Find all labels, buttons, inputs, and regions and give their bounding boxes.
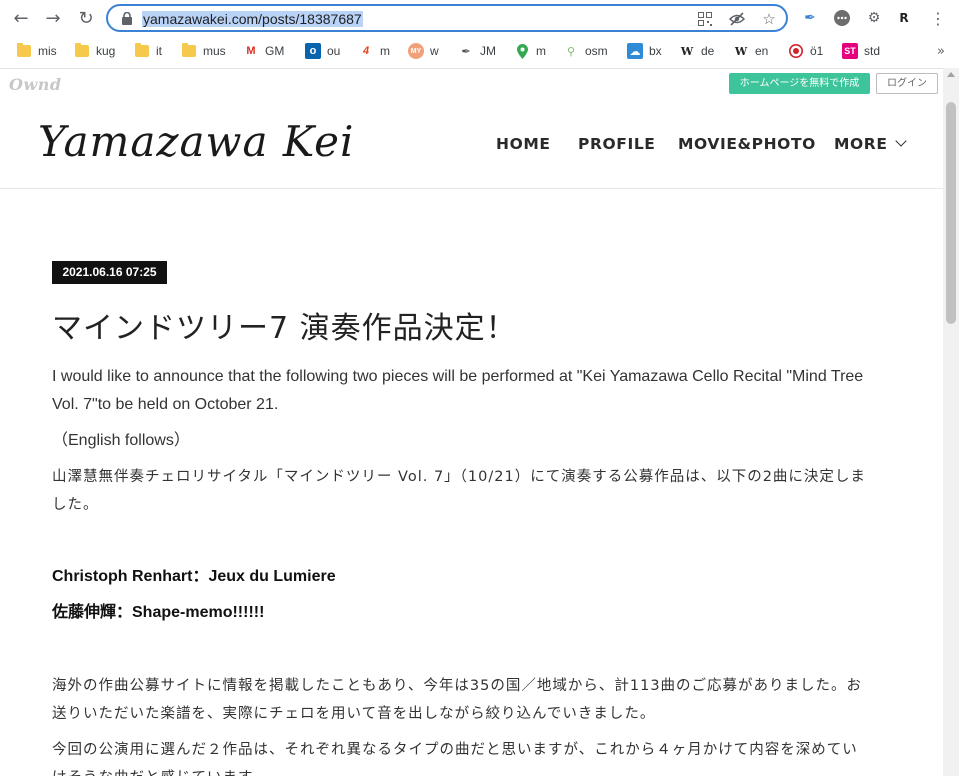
wikipedia-icon: W bbox=[734, 44, 748, 58]
intro-line-1: I would like to announce that the follow… bbox=[52, 368, 864, 385]
qr-code-icon[interactable] bbox=[696, 10, 714, 28]
gmail-icon: M bbox=[246, 45, 256, 57]
chevron-down-icon bbox=[894, 135, 907, 147]
create-homepage-button[interactable]: ホームページを無料で作成 bbox=[729, 73, 870, 94]
url-text[interactable]: yamazawakei.com/posts/18387687 bbox=[142, 11, 363, 27]
jp-paragraph-1-line-2: した。 bbox=[52, 497, 99, 513]
bookmarks-overflow-icon[interactable]: » bbox=[937, 44, 945, 59]
bookmark-mis[interactable]: mis bbox=[16, 42, 57, 60]
eye-off-icon[interactable] bbox=[728, 10, 746, 28]
jp-paragraph-1-line-1: 山澤慧無伴奏チェロリサイタル「マインドツリー Vol. 7」（10/21）にて演… bbox=[52, 469, 866, 485]
cloud-icon: ☁ bbox=[627, 43, 643, 59]
folder-icon bbox=[16, 43, 32, 59]
web-page: Ownd ホームページを無料で作成 ログイン Yamazawa Kei HOME… bbox=[0, 68, 943, 776]
forward-icon[interactable]: → bbox=[41, 6, 65, 30]
browser-toolbar: ← → ↻ yamazawakei.com/posts/18387687 ☆ ✒… bbox=[0, 0, 959, 36]
more-circle-icon[interactable] bbox=[832, 8, 852, 28]
outlook-icon: o bbox=[305, 43, 321, 59]
ownd-bar: Ownd ホームページを無料で作成 ログイン bbox=[0, 69, 943, 99]
bookmark-ou[interactable]: o ou bbox=[305, 42, 340, 60]
feather-extension-icon[interactable]: ✒ bbox=[800, 8, 820, 28]
login-button[interactable]: ログイン bbox=[876, 73, 938, 94]
bookmark-osm[interactable]: ⚲ osm bbox=[563, 42, 608, 60]
bookmark-en[interactable]: Wen bbox=[733, 42, 769, 60]
folder-icon bbox=[181, 43, 197, 59]
star-icon[interactable]: ☆ bbox=[760, 10, 778, 28]
reload-icon[interactable]: ↻ bbox=[74, 6, 98, 30]
nav-home[interactable]: HOME bbox=[496, 135, 551, 153]
bookmark-o1[interactable]: ö1 bbox=[788, 42, 823, 60]
bookmark-bx[interactable]: ☁ bx bbox=[627, 42, 662, 60]
folder-icon bbox=[74, 43, 90, 59]
nav-profile[interactable]: PROFILE bbox=[578, 135, 656, 153]
nav-more[interactable]: MORE bbox=[834, 135, 907, 153]
four-icon: 4 bbox=[362, 45, 370, 57]
osm-icon: ⚲ bbox=[566, 45, 576, 58]
bookmark-std[interactable]: ST std bbox=[842, 42, 880, 60]
jp-paragraph-2-line-2: 送りいただいた楽譜を、実際にチェロを用いて音を出しながら絞り込んでいきました。 bbox=[52, 706, 656, 722]
bookmarks-bar: mis kug it mus M GM o ou 4m MY w ✒ JM m ⚲ osm… bbox=[0, 36, 959, 66]
selected-piece-2: 佐藤伸輝：Shape-memo!!!!!! bbox=[52, 604, 265, 621]
feather-icon: ✒ bbox=[461, 45, 471, 58]
nav-movie-photo[interactable]: MOVIE&PHOTO bbox=[678, 135, 816, 153]
lock-icon[interactable] bbox=[121, 12, 133, 25]
puzzle-extensions-icon[interactable]: ⚙ bbox=[864, 8, 884, 28]
english-follows: （English follows） bbox=[52, 432, 190, 449]
jp-paragraph-3-line-1: 今回の公演用に選んだ２作品は、それぞれ異なるタイプの曲だと思いますが、これから４… bbox=[52, 742, 858, 758]
post-title: マインドツリー7 演奏作品決定！ bbox=[52, 311, 517, 346]
wikipedia-icon: W bbox=[680, 44, 694, 58]
intro-line-2: Vol. 7"to be held on October 21. bbox=[52, 396, 279, 413]
bookmark-m4[interactable]: 4m bbox=[358, 42, 390, 60]
jp-paragraph-2-line-1: 海外の作曲公募サイトに情報を掲載したこともあり、今年は35の国／地域から、計11… bbox=[52, 678, 863, 694]
bookmark-kug[interactable]: kug bbox=[74, 42, 115, 60]
bookmark-it[interactable]: it bbox=[134, 42, 162, 60]
ownd-logo[interactable]: Ownd bbox=[9, 75, 62, 94]
site-header: Yamazawa Kei HOME PROFILE MOVIE&PHOTO MO… bbox=[0, 99, 943, 189]
scroll-up-icon[interactable] bbox=[947, 72, 955, 77]
maps-pin-icon bbox=[514, 43, 530, 59]
bookmark-maps[interactable]: m bbox=[514, 42, 546, 60]
my-icon: MY bbox=[408, 43, 424, 59]
st-icon: ST bbox=[842, 43, 858, 59]
selected-piece-1: Christoph Renhart：Jeux du Lumiere bbox=[52, 568, 336, 585]
folder-icon bbox=[134, 43, 150, 59]
bookmark-jm[interactable]: ✒ JM bbox=[458, 42, 496, 60]
jp-paragraph-3-line-2: けそうな曲だと感じています。 bbox=[52, 764, 892, 776]
scrollbar-thumb[interactable] bbox=[946, 102, 956, 324]
bookmark-gm[interactable]: M GM bbox=[243, 42, 284, 60]
bookmark-de[interactable]: Wde bbox=[679, 42, 715, 60]
menu-kebab-icon[interactable]: ⋮ bbox=[928, 8, 948, 28]
target-icon bbox=[788, 43, 804, 59]
bookmark-mus[interactable]: mus bbox=[181, 42, 226, 60]
site-logo[interactable]: Yamazawa Kei bbox=[38, 117, 354, 166]
address-bar[interactable]: yamazawakei.com/posts/18387687 ☆ bbox=[106, 4, 788, 32]
nav-more-label: MORE bbox=[834, 135, 888, 153]
post-date: 2021.06.16 07:25 bbox=[52, 261, 167, 284]
page-scrollbar[interactable] bbox=[943, 68, 959, 776]
profile-avatar-icon[interactable]: R bbox=[894, 8, 914, 28]
bookmark-w[interactable]: MY w bbox=[408, 42, 439, 60]
back-icon[interactable]: ← bbox=[9, 6, 33, 30]
